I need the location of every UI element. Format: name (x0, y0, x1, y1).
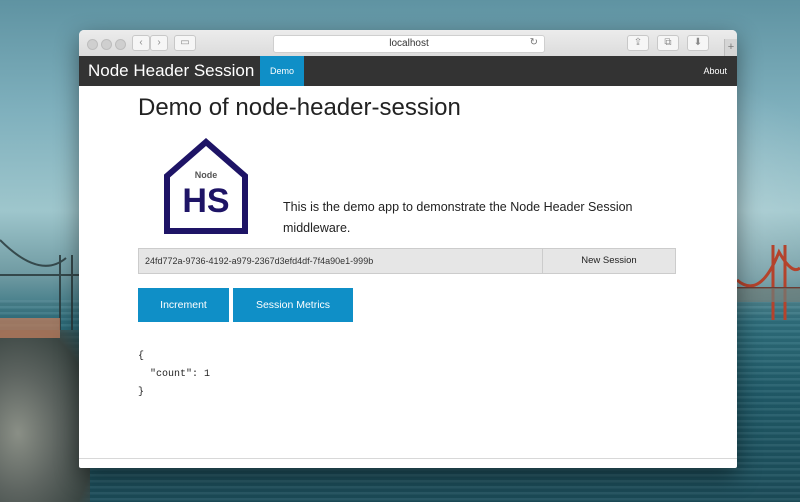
desktop-wallpaper: ‹ › ▭ localhost ↻ ⇪ ⧉ ⬇ + Node Header Se… (0, 0, 800, 502)
browser-toolbar: ‹ › ▭ localhost ↻ ⇪ ⧉ ⬇ + (79, 30, 737, 57)
browser-window: ‹ › ▭ localhost ↻ ⇪ ⧉ ⬇ + Node Header Se… (79, 30, 737, 468)
json-output: { "count": 1 } (138, 351, 211, 398)
new-tab-button[interactable]: + (724, 39, 737, 56)
minimize-window-button[interactable] (101, 39, 112, 50)
session-id-field[interactable]: 24fd772a-9736-4192-a979-2367d3efd4df-7f4… (138, 248, 549, 274)
navbar-brand[interactable]: Node Header Session (88, 60, 254, 82)
back-icon[interactable]: ‹ (132, 35, 150, 51)
session-metrics-button[interactable]: Session Metrics (233, 288, 353, 322)
zoom-window-button[interactable] (115, 39, 126, 50)
forward-icon[interactable]: › (150, 35, 168, 51)
logo-big-text: HS (182, 182, 229, 220)
reload-icon[interactable]: ↻ (530, 37, 538, 48)
session-row: 24fd772a-9736-4192-a979-2367d3efd4df-7f4… (138, 248, 678, 274)
hs-house-logo: Node HS (164, 138, 248, 234)
logo-small-text: Node (195, 170, 218, 180)
share-icon[interactable]: ⇪ (627, 35, 649, 51)
page-title: Demo of node-header-session (138, 94, 461, 121)
tabs-overview-icon[interactable]: ⧉ (657, 35, 679, 51)
sidebar-icon[interactable]: ▭ (174, 35, 196, 51)
site-navbar: Node Header Session Demo About (79, 56, 737, 86)
close-window-button[interactable] (87, 39, 98, 50)
address-bar-url: localhost (389, 38, 429, 49)
nav-item-about[interactable]: About (703, 56, 727, 86)
download-icon[interactable]: ⬇ (687, 35, 709, 51)
nav-item-demo[interactable]: Demo (260, 56, 304, 86)
intro-text: This is the demo app to demonstrate the … (283, 200, 633, 235)
new-session-button[interactable]: New Session (542, 248, 676, 274)
increment-button[interactable]: Increment (138, 288, 229, 322)
footer-divider (79, 458, 737, 459)
address-bar[interactable]: localhost ↻ (273, 35, 545, 53)
